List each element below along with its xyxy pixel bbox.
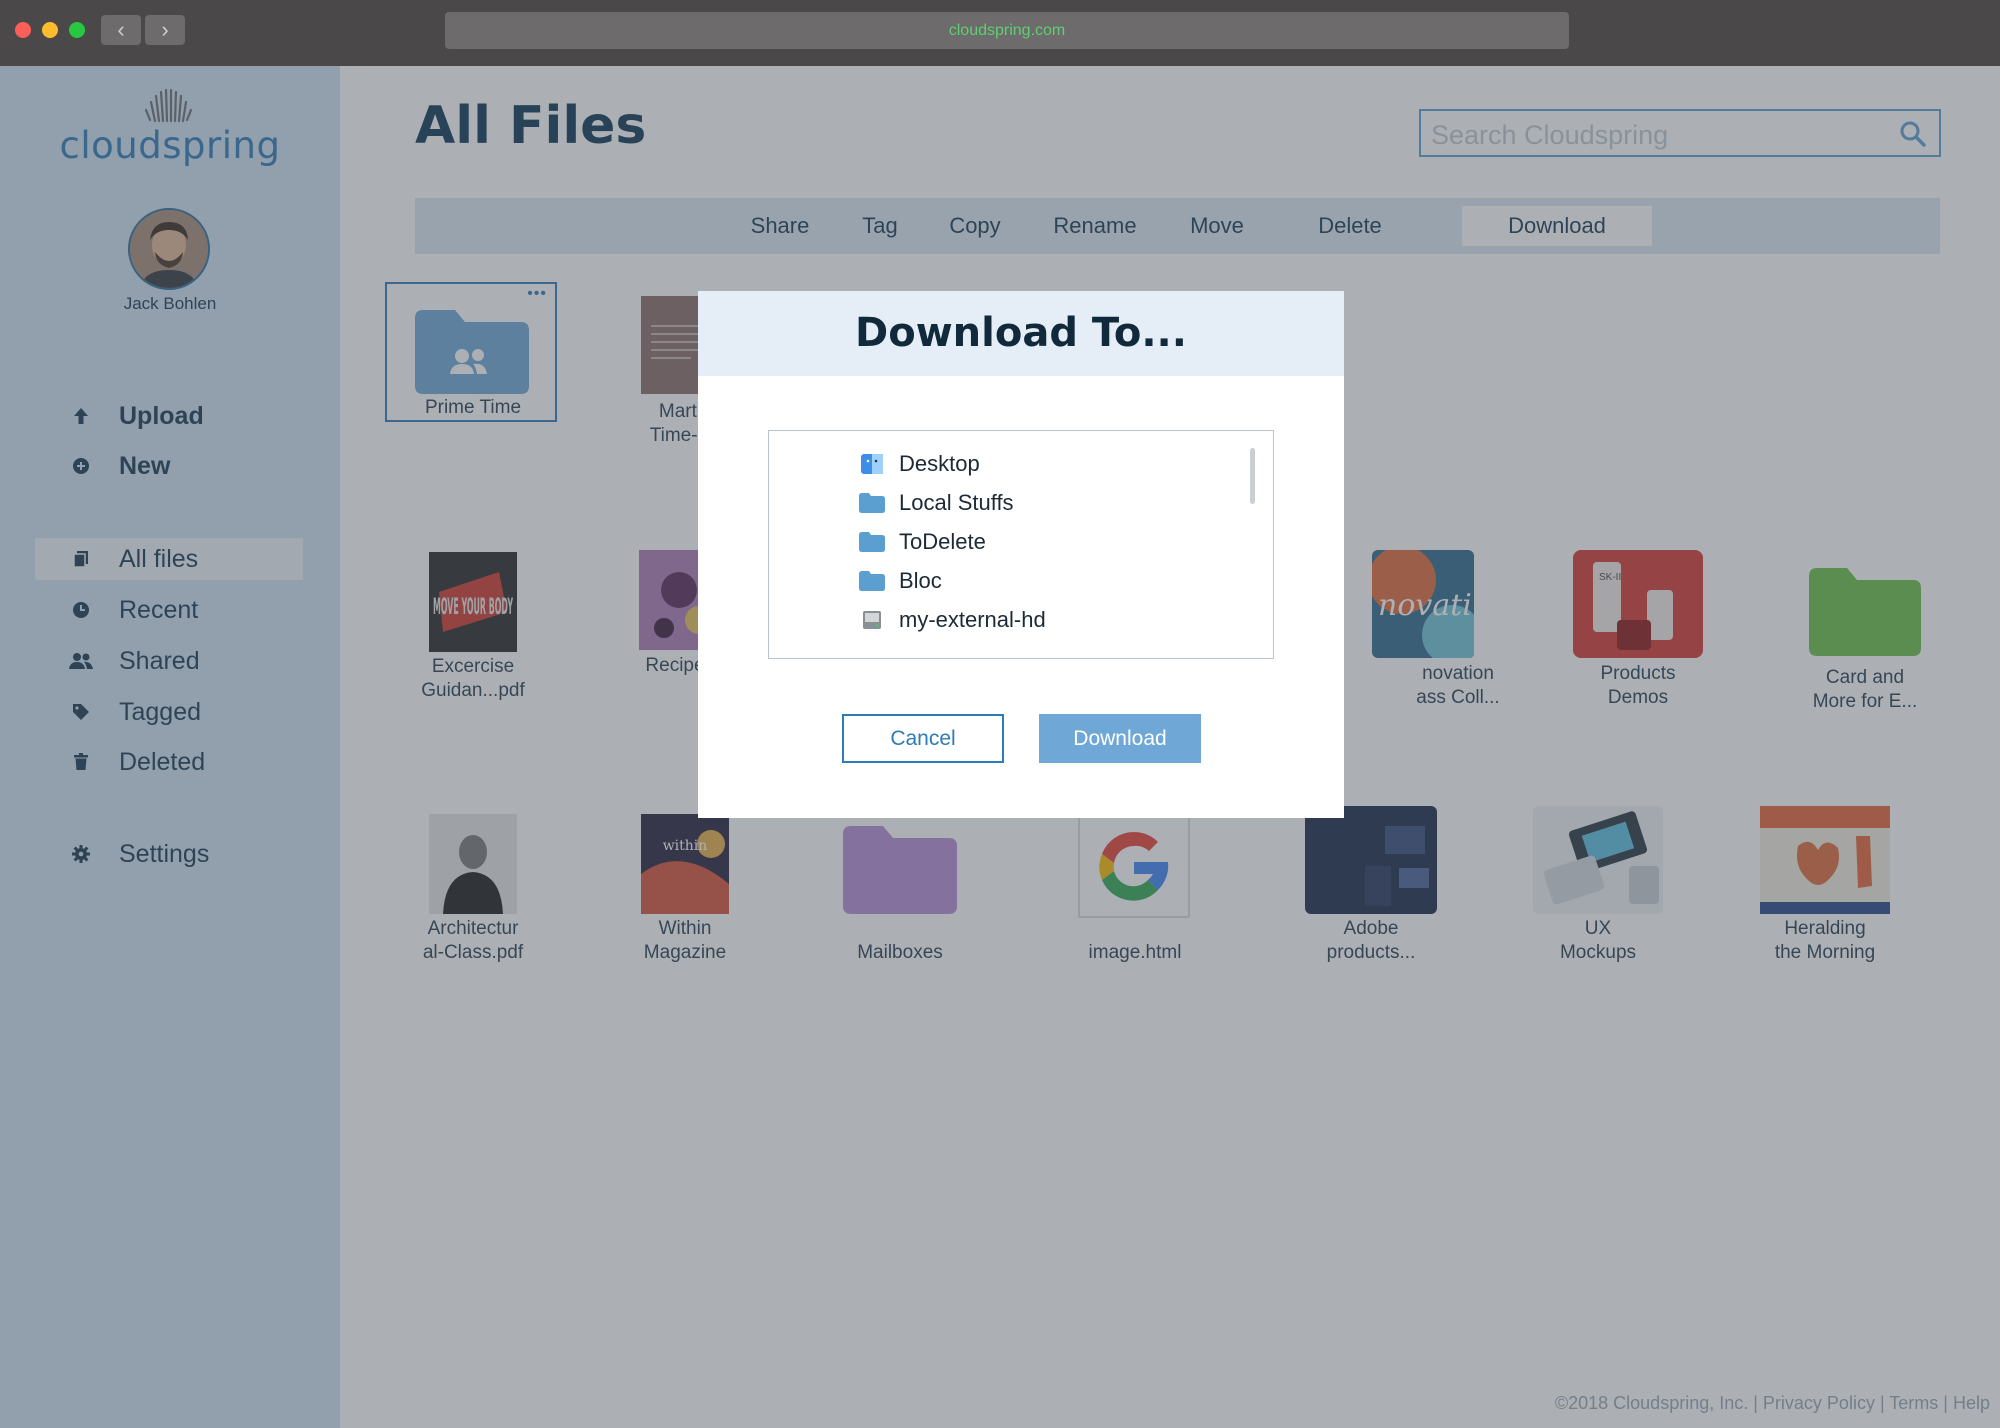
- dialog-title: Download To...: [698, 291, 1344, 376]
- folder-icon: [859, 570, 885, 592]
- minimize-window-button[interactable]: [42, 22, 58, 38]
- folder-icon: [859, 531, 885, 553]
- location-label: Bloc: [899, 568, 942, 593]
- location-bloc[interactable]: Bloc: [859, 565, 942, 597]
- location-label: Local Stuffs: [899, 490, 1014, 515]
- location-label: my-external-hd: [899, 607, 1046, 632]
- url-bar[interactable]: cloudspring.com: [445, 12, 1569, 49]
- location-label: Desktop: [899, 451, 980, 476]
- cancel-button[interactable]: Cancel: [842, 714, 1004, 763]
- location-list: Desktop Local Stuffs ToDelete Bloc my-ex…: [768, 430, 1274, 659]
- finder-icon: [859, 453, 885, 475]
- folder-icon: [859, 492, 885, 514]
- location-my-external-hd[interactable]: my-external-hd: [859, 604, 1046, 636]
- download-dialog: Download To... Desktop Local Stuffs ToDe…: [698, 291, 1344, 818]
- drive-icon: [859, 609, 885, 631]
- app-window: ‹ › cloudspring.com cloudspring Jack Boh…: [0, 0, 2000, 1428]
- browser-chrome: ‹ › cloudspring.com: [0, 0, 2000, 66]
- back-button[interactable]: ‹: [101, 15, 141, 45]
- chevron-left-icon: ‹: [117, 17, 125, 42]
- location-label: ToDelete: [899, 529, 986, 554]
- maximize-window-button[interactable]: [69, 22, 85, 38]
- scrollbar[interactable]: [1250, 448, 1255, 504]
- download-button[interactable]: Download: [1039, 714, 1201, 763]
- forward-button[interactable]: ›: [145, 15, 185, 45]
- location-desktop[interactable]: Desktop: [859, 448, 980, 480]
- close-window-button[interactable]: [15, 22, 31, 38]
- location-local-stuffs[interactable]: Local Stuffs: [859, 487, 1014, 519]
- location-todelete[interactable]: ToDelete: [859, 526, 986, 558]
- chevron-right-icon: ›: [161, 17, 169, 42]
